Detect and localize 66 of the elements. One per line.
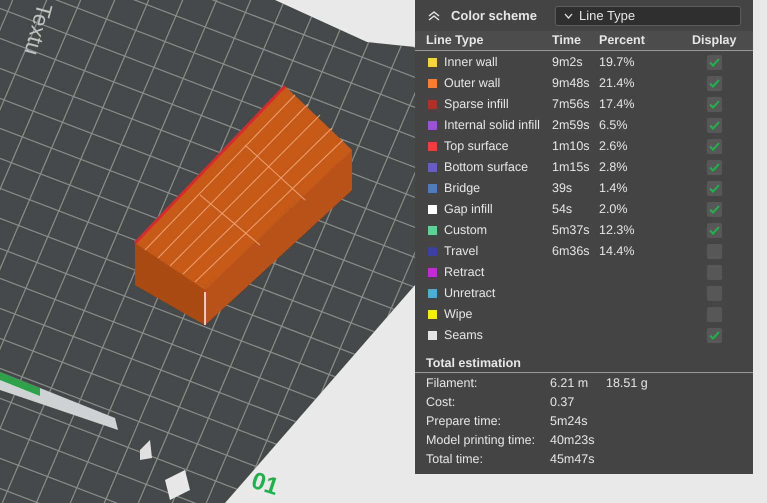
line-type-label: Unretract — [444, 285, 496, 302]
estimate-value: 5m24s — [550, 413, 589, 430]
collapse-button[interactable] — [427, 8, 441, 22]
time-value: 7m56s — [552, 96, 591, 114]
column-header: Time — [552, 32, 582, 50]
time-value: 9m2s — [552, 54, 584, 72]
estimate-label: Filament: — [426, 375, 478, 392]
line-type-label: Wipe — [444, 306, 474, 324]
percent-value: 2.0% — [599, 201, 628, 218]
time-value: 1m10s — [552, 138, 591, 156]
estimate-value: 6.21 m — [550, 375, 590, 392]
line-type-label: Retract — [444, 264, 486, 282]
line-type-label: Gap infill — [444, 201, 494, 218]
line-type-label: Bridge — [444, 180, 482, 198]
section-title: Total estimation — [426, 354, 521, 372]
time-value: 9m48s — [552, 75, 591, 92]
line-type-label: Custom — [444, 222, 488, 240]
time-value: 6m36s — [552, 243, 591, 260]
line-type-label: Internal solid infill — [444, 117, 541, 134]
plate-label: Textu — [20, 0, 58, 58]
line-type-label: Bottom surface — [444, 159, 530, 176]
display-checkbox[interactable] — [707, 76, 722, 91]
estimate-value: 40m23s — [550, 432, 596, 450]
percent-value: 21.4% — [599, 75, 636, 92]
estimate-value: 18.51 g — [606, 375, 649, 392]
display-checkbox[interactable] — [707, 328, 722, 343]
column-header: Percent — [599, 32, 646, 50]
estimate-label: Cost: — [426, 394, 456, 412]
display-checkbox[interactable] — [707, 118, 722, 133]
time-value: 39s — [552, 180, 574, 198]
estimate-label: Model printing time: — [426, 432, 536, 450]
estimate-value: 0.37 — [550, 394, 576, 412]
time-value: 54s — [552, 201, 574, 218]
display-checkbox[interactable] — [707, 202, 722, 217]
column-header: Line Type — [426, 32, 484, 50]
display-checkbox[interactable] — [707, 55, 722, 70]
display-checkbox[interactable] — [707, 139, 722, 154]
percent-value: 2.8% — [599, 159, 628, 176]
time-value: 5m37s — [552, 222, 591, 240]
color-scheme-dropdown[interactable]: Line Type — [554, 6, 741, 26]
percent-value: 2.6% — [599, 138, 628, 156]
chevron-down-icon — [564, 12, 573, 18]
display-checkbox[interactable] — [707, 160, 722, 175]
column-header: Display — [692, 32, 738, 50]
line-type-label: Seams — [444, 327, 484, 344]
percent-value: 12.3% — [599, 222, 636, 240]
percent-value: 17.4% — [599, 96, 636, 114]
line-type-label: Inner wall — [444, 54, 498, 72]
time-value: 1m15s — [552, 159, 591, 176]
percent-value: 14.4% — [599, 243, 636, 260]
estimate-label: Total time: — [426, 451, 484, 468]
plate-number: 01 — [248, 467, 282, 501]
panel-title: Color scheme — [451, 6, 537, 25]
line-type-label: Top surface — [444, 138, 510, 156]
display-checkbox[interactable] — [707, 223, 722, 238]
line-type-label: Outer wall — [444, 75, 502, 92]
percent-value: 6.5% — [599, 117, 628, 134]
percent-value: 1.4% — [599, 180, 628, 198]
percent-value: 19.7% — [599, 54, 636, 72]
time-value: 2m59s — [552, 117, 591, 134]
estimate-value: 45m47s — [550, 451, 596, 468]
estimate-label: Prepare time: — [426, 413, 502, 430]
display-checkbox[interactable] — [707, 97, 722, 112]
display-checkbox[interactable] — [707, 181, 722, 196]
line-type-label: Travel — [444, 243, 480, 260]
line-type-label: Sparse infill — [444, 96, 510, 114]
